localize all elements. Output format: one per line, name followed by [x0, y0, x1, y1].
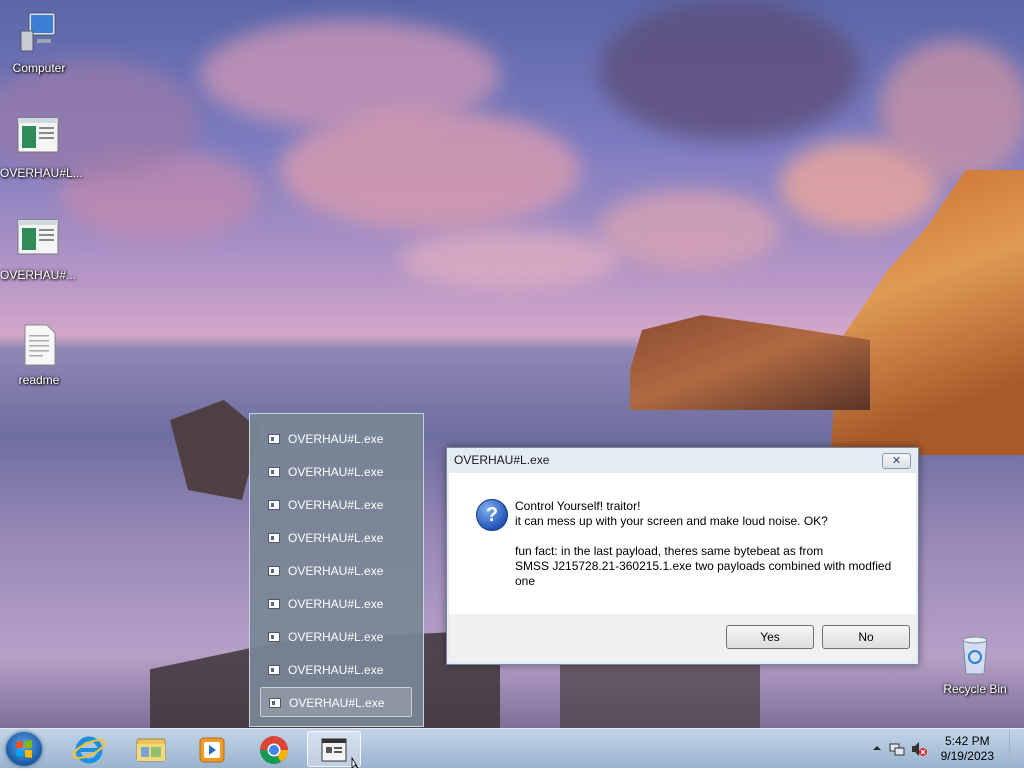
yes-button[interactable]: Yes	[726, 625, 814, 649]
taskbar-overhaul-app[interactable]	[307, 731, 361, 769]
computer-icon	[15, 9, 63, 57]
jump-list-item-label: OVERHAU#L.exe	[289, 696, 385, 710]
chrome-icon	[260, 736, 288, 764]
dialog-message-line: one	[515, 574, 536, 588]
jump-list-item[interactable]: OVERHAU#L.exe	[260, 655, 412, 685]
text-document-icon	[15, 321, 63, 369]
jump-list-item-label: OVERHAU#L.exe	[288, 465, 384, 479]
jump-list-item-label: OVERHAU#L.exe	[288, 531, 384, 545]
dialog-message-line: it can mess up with your screen and make…	[515, 514, 828, 528]
clock-time: 5:42 PM	[944, 734, 990, 748]
app-window-icon	[268, 665, 280, 675]
desktop-icon-overhaul-1[interactable]: OVERHAU#L...	[0, 114, 83, 180]
desktop-icon-label: readme	[18, 373, 60, 387]
dialog-message-line: fun fact: in the last payload, theres sa…	[515, 544, 824, 558]
jump-list-item-label: OVERHAU#L.exe	[288, 498, 384, 512]
app-window-icon	[321, 738, 359, 769]
desktop-icon-label: OVERHAU#L...	[0, 166, 83, 180]
app-window-icon	[14, 114, 62, 162]
taskbar-media-player[interactable]	[185, 731, 239, 767]
desktop-icon-label: OVERHAU#...	[0, 268, 77, 282]
jump-list-item[interactable]: OVERHAU#L.exe	[260, 457, 412, 487]
close-icon: ✕	[891, 455, 902, 467]
internet-explorer-icon	[72, 736, 106, 764]
jump-list-item[interactable]: OVERHAU#L.exe	[260, 523, 412, 553]
volume-muted-icon[interactable]	[910, 740, 928, 758]
app-window-icon	[268, 566, 280, 576]
jump-list-item-label: OVERHAU#L.exe	[288, 663, 384, 677]
question-icon: ?	[476, 499, 508, 531]
taskbar-clock[interactable]: 5:42 PM 9/19/2023	[941, 734, 994, 764]
taskbar-chrome[interactable]	[247, 731, 301, 767]
app-window-icon	[268, 434, 280, 444]
message-box-dialog: OVERHAU#L.exe ✕ ? Control Yourself! trai…	[446, 447, 919, 665]
taskbar-file-explorer[interactable]	[124, 731, 178, 767]
desktop-icon-readme[interactable]: readme	[1, 321, 77, 387]
app-window-icon	[268, 500, 280, 510]
desktop-icon-label: Computer	[12, 61, 66, 75]
app-window-icon	[14, 216, 62, 264]
jump-list-item[interactable]: OVERHAU#L.exe	[260, 589, 412, 619]
taskbar: 5:42 PM 9/19/2023	[0, 728, 1024, 769]
jump-list-item-label: OVERHAU#L.exe	[288, 432, 384, 446]
jump-list-item[interactable]: OVERHAU#L.exe	[260, 556, 412, 586]
dialog-title: OVERHAU#L.exe	[454, 453, 550, 467]
jump-list-item[interactable]: OVERHAU#L.exe	[260, 424, 412, 454]
jump-list-item-label: OVERHAU#L.exe	[288, 564, 384, 578]
app-window-icon	[268, 632, 280, 642]
start-button[interactable]	[6, 732, 42, 766]
windows-logo-icon	[16, 740, 32, 758]
dialog-message-line: Control Yourself! traitor!	[515, 499, 641, 513]
system-tray: 5:42 PM 9/19/2023	[864, 729, 1024, 769]
show-hidden-icons-icon[interactable]	[872, 743, 882, 753]
app-window-icon	[268, 467, 280, 477]
desktop-icon-recycle-bin[interactable]: Recycle Bin	[937, 630, 1013, 696]
jump-list-item[interactable]: OVERHAU#L.exe	[260, 622, 412, 652]
desktop-icon-computer[interactable]: Computer	[1, 9, 77, 75]
app-window-icon	[268, 599, 280, 609]
jump-list-item-label: OVERHAU#L.exe	[288, 597, 384, 611]
dialog-message-line: SMSS J215728.21-360215.1.exe two payload…	[515, 559, 892, 573]
taskbar-internet-explorer[interactable]	[62, 731, 116, 767]
folder-icon	[136, 738, 166, 762]
jump-list-item-label: OVERHAU#L.exe	[288, 630, 384, 644]
media-player-icon	[199, 737, 225, 763]
jump-list-item-selected[interactable]: OVERHAU#L.exe	[260, 687, 412, 717]
dialog-close-button[interactable]: ✕	[882, 453, 911, 469]
app-window-icon	[268, 533, 280, 543]
no-button[interactable]: No	[822, 625, 910, 649]
dialog-body: ? Control Yourself! traitor! it can mess…	[449, 473, 916, 614]
desktop-icon-overhaul-2[interactable]: OVERHAU#...	[0, 216, 76, 282]
dialog-button-bar: Yes No	[449, 614, 916, 662]
recycle-bin-icon	[951, 630, 999, 678]
show-desktop-button[interactable]	[1009, 729, 1024, 768]
taskbar-jump-list: OVERHAU#L.exe OVERHAU#L.exe OVERHAU#L.ex…	[249, 413, 424, 727]
jump-list-item[interactable]: OVERHAU#L.exe	[260, 490, 412, 520]
desktop-icon-label: Recycle Bin	[943, 682, 1007, 696]
network-icon[interactable]	[888, 740, 906, 758]
app-window-icon	[269, 698, 281, 708]
clock-date: 9/19/2023	[940, 749, 994, 763]
